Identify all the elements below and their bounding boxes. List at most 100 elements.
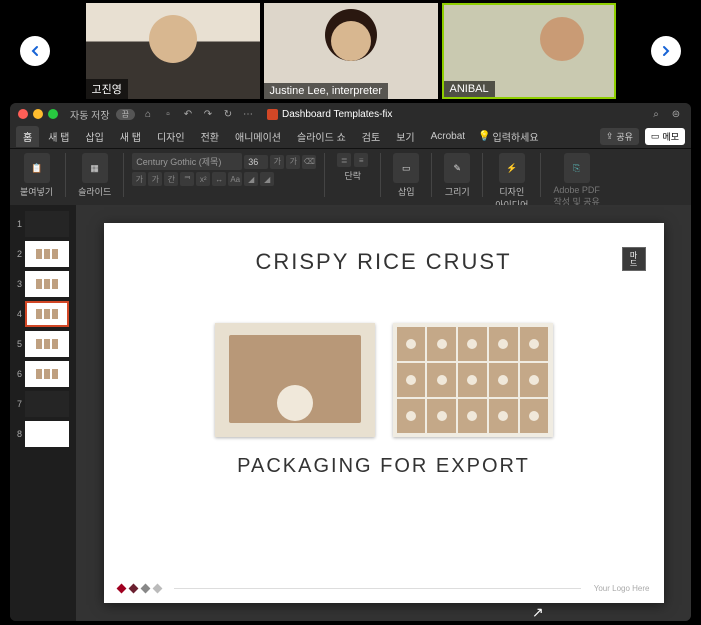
tab-transitions[interactable]: 전환 (194, 126, 226, 147)
video-tile[interactable]: ANIBAL (442, 3, 616, 99)
divider (431, 153, 432, 197)
comments-button[interactable]: ▭메모 (645, 128, 685, 145)
adobe-pdf-button[interactable]: ⎘ (564, 153, 590, 183)
search-icon[interactable]: ⌕ (649, 107, 663, 121)
redo-icon[interactable]: ↷ (201, 107, 215, 121)
font-group: Century Gothic (제목) 36 가 가 ⌫ 가 가 간 ᄏ x² … (132, 153, 316, 186)
slide-thumbnail[interactable]: 2 (10, 239, 76, 269)
slide-thumbnail[interactable]: 8 (10, 419, 76, 449)
share-icon: ⇪ (606, 131, 614, 142)
slide-thumbnail[interactable]: 6 (10, 359, 76, 389)
comment-icon: ▭ (651, 131, 660, 142)
chevron-right-icon (658, 43, 674, 59)
video-next-button[interactable] (651, 36, 681, 66)
more-icon[interactable]: ⋯ (241, 107, 255, 121)
draw-button[interactable]: ✎ (444, 153, 470, 183)
font-color-button[interactable]: ◢ (244, 172, 258, 186)
repeat-icon[interactable]: ↻ (221, 107, 235, 121)
divider (482, 153, 483, 197)
account-icon[interactable]: ⊜ (669, 107, 683, 121)
powerpoint-window: 자동 저장 끔 ⌂ ▫ ↶ ↷ ↻ ⋯ Dashboard Templates-… (10, 103, 691, 621)
group-label: 그리기 (445, 185, 470, 198)
increase-font-button[interactable]: 가 (270, 155, 284, 169)
new-slide-button[interactable]: ▦ (82, 153, 108, 183)
divider (123, 153, 124, 197)
tab-home[interactable]: 홈 (16, 126, 39, 147)
insert-group: ▭ 삽입 (389, 153, 423, 198)
bullets-button[interactable]: ≣ (337, 153, 351, 167)
adobe-group: ⎘ Adobe PDF 작성 및 공유 (549, 153, 604, 208)
slides-group: ▦ 슬라이드 (74, 153, 115, 198)
italic-button[interactable]: 가 (148, 172, 162, 186)
clipboard-group: 📋 붙여넣기 (16, 153, 57, 198)
highlight-button[interactable]: ◢ (260, 172, 274, 186)
decrease-font-button[interactable]: 가 (286, 155, 300, 169)
font-family-select[interactable]: Century Gothic (제목) (132, 153, 242, 170)
slide[interactable]: CRISPY RICE CRUST 마드 PACKAGING FOR EXPOR… (104, 223, 664, 603)
ribbon-toolbar: 📋 붙여넣기 ▦ 슬라이드 Century Gothic (제목) 36 가 가… (10, 149, 691, 205)
slide-thumbnail[interactable]: 4 (10, 299, 76, 329)
group-label: 단락 (344, 169, 361, 182)
paste-button[interactable]: 📋 (24, 153, 50, 183)
strike-button[interactable]: ᄏ (180, 172, 194, 186)
cursor-icon (532, 604, 544, 621)
logo-placeholder: Your Logo Here (594, 584, 650, 593)
tab-insert[interactable]: 삽입 (78, 126, 110, 147)
participant-name: ANIBAL (444, 81, 495, 97)
slide-thumbnail[interactable]: 1 (10, 209, 76, 239)
design-ideas-button[interactable]: ⚡ (499, 153, 525, 183)
autosave-label: 자동 저장 (70, 107, 110, 122)
slide-images (104, 323, 664, 437)
underline-button[interactable]: 간 (164, 172, 178, 186)
ribbon-tabs: 홈 새 탭 삽입 새 탭 디자인 전환 애니메이션 슬라이드 쇼 검토 보기 A… (10, 125, 691, 149)
divider (324, 153, 325, 197)
divider (65, 153, 66, 197)
packaging-image (393, 323, 553, 437)
bold-button[interactable]: 가 (132, 172, 146, 186)
participant-name: Justine Lee, interpreter (264, 83, 389, 99)
tab-new[interactable]: 새 탭 (41, 126, 76, 147)
align-button[interactable]: ≡ (354, 153, 368, 167)
tell-me-input[interactable]: 입력하세요 (493, 129, 539, 144)
designer-group: ⚡ 디자인 아이디어 (491, 153, 532, 211)
subscript-button[interactable]: x² (196, 172, 210, 186)
window-titlebar: 자동 저장 끔 ⌂ ▫ ↶ ↷ ↻ ⋯ Dashboard Templates-… (10, 103, 691, 125)
tab-view[interactable]: 보기 (389, 126, 421, 147)
tab-acrobat[interactable]: Acrobat (424, 128, 472, 145)
tab-review[interactable]: 검토 (355, 126, 387, 147)
tell-me-icon[interactable]: 💡 (478, 131, 490, 142)
home-icon[interactable]: ⌂ (141, 107, 155, 121)
slide-badge: 마드 (622, 247, 646, 271)
clear-format-button[interactable]: ⌫ (302, 155, 316, 169)
autosave-toggle[interactable]: 끔 (116, 109, 135, 120)
slide-subtitle: PACKAGING FOR EXPORT (104, 455, 664, 478)
video-tile[interactable]: 고진영 (86, 3, 260, 99)
slide-thumbnail[interactable]: 7 (10, 389, 76, 419)
tab-slideshow[interactable]: 슬라이드 쇼 (290, 126, 353, 147)
slide-thumbnail[interactable]: 3 (10, 269, 76, 299)
video-prev-button[interactable] (20, 36, 50, 66)
chevron-left-icon (27, 43, 43, 59)
video-tile[interactable]: Justine Lee, interpreter (264, 3, 438, 99)
document-title: Dashboard Templates-fix (267, 109, 392, 120)
tab-new2[interactable]: 새 탭 (113, 126, 148, 147)
change-case-button[interactable]: Aa (228, 172, 242, 186)
slide-footer: Your Logo Here (118, 584, 650, 593)
slide-thumbnail-panel[interactable]: 12345678 (10, 205, 76, 621)
window-controls[interactable] (18, 109, 58, 119)
save-icon[interactable]: ▫ (161, 107, 175, 121)
tab-animations[interactable]: 애니메이션 (228, 126, 288, 147)
ribbon: 홈 새 탭 삽입 새 탭 디자인 전환 애니메이션 슬라이드 쇼 검토 보기 A… (10, 125, 691, 205)
undo-icon[interactable]: ↶ (181, 107, 195, 121)
font-size-input[interactable]: 36 (244, 155, 268, 169)
slide-title: CRISPY RICE CRUST (104, 223, 664, 275)
slide-thumbnail[interactable]: 5 (10, 329, 76, 359)
divider (380, 153, 381, 197)
shapes-button[interactable]: ▭ (393, 153, 419, 183)
share-button[interactable]: ⇪공유 (600, 128, 639, 145)
tab-design[interactable]: 디자인 (150, 126, 192, 147)
slide-canvas-area: CRISPY RICE CRUST 마드 PACKAGING FOR EXPOR… (76, 205, 691, 621)
char-spacing-button[interactable]: ↔ (212, 172, 226, 186)
group-label: 삽입 (398, 185, 415, 198)
group-label: 슬라이드 (78, 185, 111, 198)
